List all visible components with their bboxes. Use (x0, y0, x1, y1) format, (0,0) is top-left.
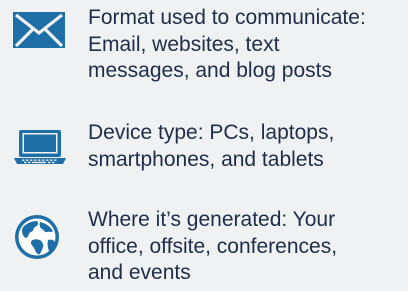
where-line-3: and events (88, 261, 191, 284)
laptop-icon (13, 130, 66, 174)
format-line-2: Email, websites, text (88, 32, 280, 56)
format-line-1: Format used to communicate: (88, 6, 366, 29)
where-text: Where it’s generated: Your office, offsi… (88, 207, 403, 287)
where-line-2: office, offsite, conferences, (88, 234, 338, 258)
device-line-2: smartphones, and tablets (88, 147, 324, 171)
globe-icon (13, 213, 65, 259)
format-text: Format used to communicate: Email, websi… (88, 5, 403, 85)
envelope-icon (13, 12, 65, 56)
info-list: Format used to communicate: Email, websi… (0, 0, 408, 291)
device-line-1: Device type: PCs, laptops, (88, 121, 335, 144)
where-line-1: Where it’s generated: Your (88, 208, 336, 231)
format-line-3: messages, and blog posts (88, 59, 332, 82)
device-text: Device type: PCs, laptops, smartphones, … (88, 120, 403, 173)
